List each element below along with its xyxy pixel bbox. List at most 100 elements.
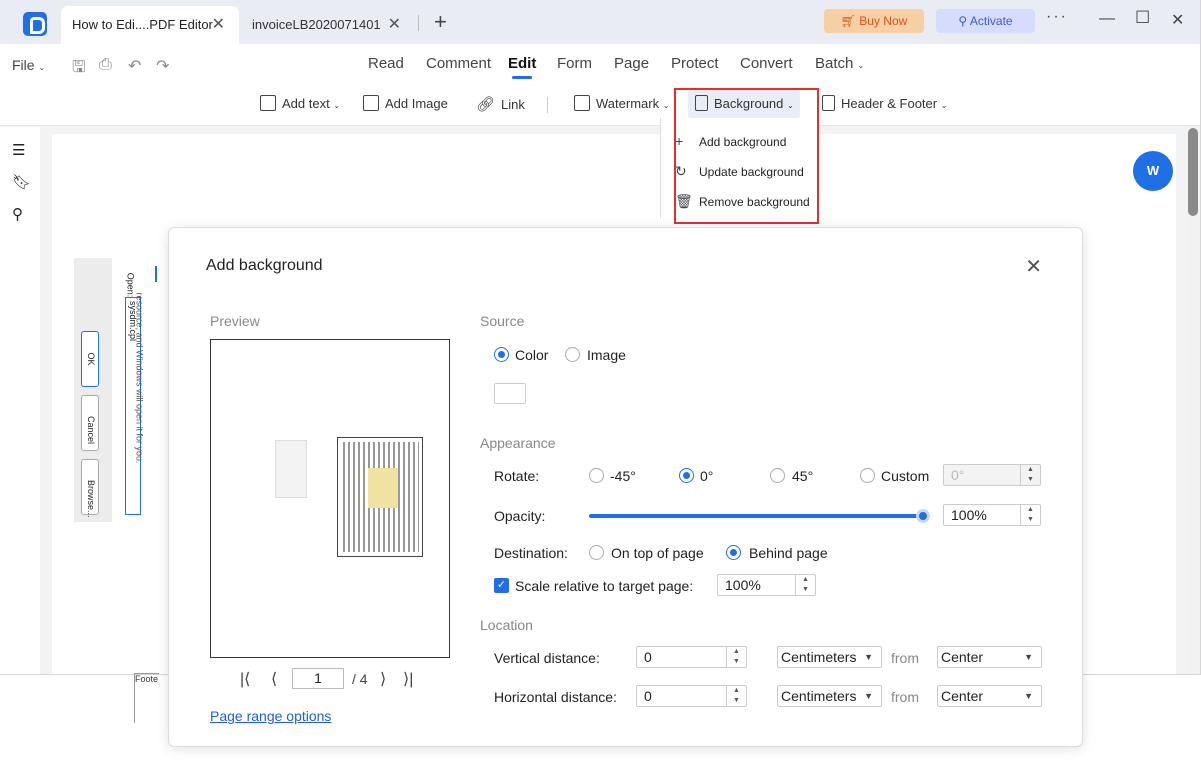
custom-rotate-input[interactable]: 0° ▲ ▼	[943, 464, 1041, 486]
vertical-distance-input[interactable]: 0 ▲ ▼	[636, 646, 747, 668]
rotate-label: Rotate:	[494, 468, 540, 484]
save-icon[interactable]: 🖫︎	[72, 56, 86, 83]
color-swatch-picker[interactable]	[494, 383, 526, 404]
rotate-45-radio[interactable]	[770, 468, 785, 483]
location-heading: Location	[480, 617, 533, 633]
scale-checkbox[interactable]: ✓	[494, 578, 509, 593]
menu-protect[interactable]: Protect	[671, 55, 719, 72]
close-icon[interactable]: ✕	[1025, 254, 1042, 279]
spinner-arrows-icon[interactable]: ▲ ▼	[726, 647, 746, 667]
horizontal-unit-select[interactable]: Centimeters ▼	[777, 685, 882, 707]
rotate-minus45-radio[interactable]	[589, 468, 604, 483]
add-image-button[interactable]: Add Image	[363, 95, 448, 111]
buy-now-button[interactable]: 🛒︎ Buy Now	[824, 9, 924, 33]
print-icon[interactable]: ⎙	[99, 56, 112, 74]
first-page-icon[interactable]: |⟨	[240, 669, 250, 689]
add-text-label: Add text	[282, 96, 330, 111]
doc-browse-button: Browse...	[81, 459, 99, 518]
watermark-button[interactable]: Watermark ⌄	[574, 95, 669, 111]
close-tab-icon[interactable]: ✕	[388, 6, 401, 44]
horizontal-unit-value: Centimeters	[781, 688, 857, 704]
add-text-button[interactable]: Add text ⌄	[260, 95, 340, 111]
search-icon[interactable]: ⚲	[12, 205, 28, 223]
scrollbar-thumb[interactable]	[1188, 128, 1198, 216]
dropdown-arrow-icon: ▼	[1024, 652, 1033, 662]
source-color-label: Color	[515, 347, 549, 363]
menu-batch[interactable]: Batch ⌄	[815, 55, 864, 72]
source-color-radio[interactable]	[494, 347, 509, 362]
menu-convert[interactable]: Convert	[740, 55, 793, 72]
horizontal-from-label: from	[891, 689, 919, 705]
horizontal-distance-input[interactable]: 0 ▲ ▼	[636, 685, 747, 707]
header-footer-button[interactable]: Header & Footer ⌄	[822, 95, 947, 111]
link-icon: 🔗︎	[476, 96, 496, 113]
tab-invoice[interactable]: invoiceLB2020071401 ✕	[241, 6, 415, 44]
scale-label: Scale relative to target page:	[515, 578, 694, 594]
menu-read[interactable]: Read	[368, 55, 404, 72]
watermark-icon	[574, 95, 590, 111]
horizontal-anchor-value: Center	[941, 688, 984, 704]
source-image-radio[interactable]	[565, 347, 580, 362]
add-text-icon	[260, 95, 276, 111]
minimize-icon[interactable]: —	[1099, 10, 1115, 28]
bookmark-icon[interactable]: 🔖︎	[12, 173, 31, 191]
spinner-arrows-icon[interactable]: ▲ ▼	[726, 686, 746, 706]
close-tab-icon[interactable]: ✕	[212, 6, 225, 44]
preview-thumb-dialog	[275, 440, 307, 498]
spinner-arrows-icon[interactable]: ▲ ▼	[1020, 505, 1040, 525]
horizontal-distance-label: Horizontal distance:	[494, 689, 617, 705]
prev-page-icon[interactable]: ⟨	[271, 669, 277, 689]
batch-label: Batch	[815, 55, 854, 72]
add-image-icon	[363, 95, 379, 111]
menu-form[interactable]: Form	[557, 55, 592, 72]
rotate-0-radio[interactable]	[679, 468, 694, 483]
menu-edit[interactable]: Edit	[508, 55, 536, 79]
chevron-down-icon: ⌄	[662, 101, 670, 110]
tab-document-active[interactable]: How to Edi....PDF Editor ✕	[61, 6, 239, 44]
key-icon: ⚲	[958, 14, 970, 28]
next-page-icon[interactable]: ⟩	[380, 669, 386, 689]
link-label: Link	[501, 97, 525, 112]
close-window-icon[interactable]: ✕	[1171, 10, 1184, 30]
dropdown-arrow-icon: ▼	[1024, 691, 1033, 701]
activate-button[interactable]: ⚲ Activate	[936, 9, 1035, 33]
cart-icon: 🛒︎	[840, 14, 860, 28]
doc-ok-label: OK	[86, 352, 96, 366]
spinner-arrows-icon[interactable]: ▲ ▼	[795, 575, 815, 595]
link-button[interactable]: 🔗︎ Link	[476, 95, 525, 113]
opacity-slider-knob[interactable]	[916, 509, 930, 523]
new-tab-icon[interactable]: +	[434, 11, 447, 33]
maximize-icon[interactable]: ☐	[1135, 8, 1150, 28]
doc-ok-button: OK	[81, 331, 99, 387]
menu-comment[interactable]: Comment	[426, 55, 491, 72]
highlight-box	[674, 88, 819, 224]
activate-label: Activate	[969, 14, 1013, 28]
page-number-input[interactable]: 1	[292, 668, 344, 689]
horizontal-anchor-select[interactable]: Center ▼	[937, 685, 1042, 707]
thumbnails-icon[interactable]: ☰	[12, 141, 28, 159]
destination-behind-radio[interactable]	[726, 545, 741, 560]
redo-icon[interactable]: ↷	[156, 56, 169, 76]
page-total: / 4	[352, 671, 368, 687]
more-icon[interactable]: ···	[1046, 8, 1068, 26]
vertical-unit-select[interactable]: Centimeters ▼	[777, 646, 882, 668]
destination-top-label: On top of page	[611, 545, 704, 561]
rotate-custom-radio[interactable]	[860, 468, 875, 483]
spinner-arrows-icon[interactable]: ▲ ▼	[1020, 465, 1040, 485]
undo-icon[interactable]: ↶	[128, 56, 141, 76]
file-menu[interactable]: File ⌄	[12, 57, 45, 73]
last-page-icon[interactable]: ⟩|	[403, 669, 413, 689]
add-background-dialog: Add background ✕ Preview |⟨ ⟨ 1 / 4 ⟩ ⟩|…	[168, 227, 1083, 747]
scale-value: 100%	[725, 577, 761, 593]
dropdown-arrow-icon: ▼	[864, 691, 873, 701]
vertical-unit-value: Centimeters	[781, 649, 857, 665]
page-range-options-link[interactable]: Page range options	[210, 708, 331, 724]
convert-to-word-button[interactable]: W	[1133, 151, 1173, 191]
vertical-anchor-select[interactable]: Center ▼	[937, 646, 1042, 668]
opacity-input[interactable]: 100% ▲ ▼	[943, 504, 1041, 526]
app-logo-icon	[23, 12, 47, 36]
menu-page[interactable]: Page	[614, 55, 649, 72]
scale-input[interactable]: 100% ▲ ▼	[717, 574, 816, 596]
opacity-slider-track[interactable]	[589, 514, 925, 518]
destination-top-radio[interactable]	[589, 545, 604, 560]
